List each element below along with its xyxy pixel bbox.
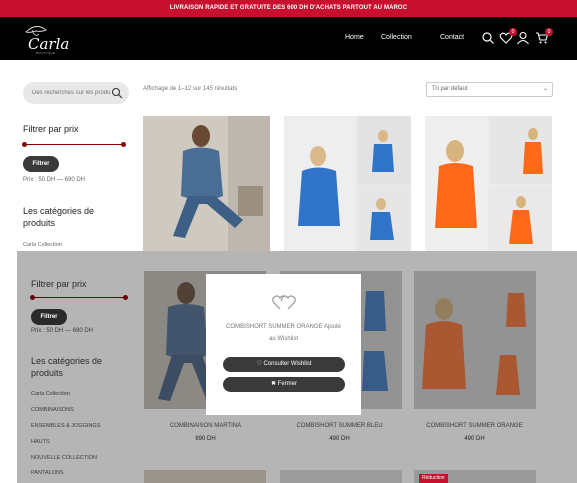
product-price: 690 DH xyxy=(195,436,216,442)
view-wishlist-label: Consulter Wishlist xyxy=(263,361,312,367)
product-name[interactable]: COMBISHORT SUMMER ORANGE xyxy=(412,423,537,429)
overlay-product-image-summer-orange xyxy=(414,271,536,409)
price-range-slider[interactable] xyxy=(22,142,126,147)
price-min-handle[interactable] xyxy=(22,142,27,147)
sort-select[interactable]: Tri par défaut ⌄ xyxy=(426,82,553,97)
product-photo xyxy=(143,116,270,251)
search-input[interactable] xyxy=(32,87,110,99)
overlay-price-filter-title: Filtrer par prix xyxy=(31,279,87,289)
search-icon[interactable] xyxy=(481,31,495,45)
logo-subtext: BOUTIQUE xyxy=(36,51,56,55)
site-header: Carla BOUTIQUE Home Collection Contact 0… xyxy=(0,17,577,60)
site-logo[interactable]: Carla BOUTIQUE xyxy=(22,20,82,58)
overlay-categories-title: Les catégories de produits xyxy=(31,356,103,378)
category-link: HAUTS xyxy=(31,439,50,445)
price-range-label: Prix : 50 DH — 690 DH xyxy=(23,177,86,183)
account-icon[interactable] xyxy=(516,31,530,45)
view-wishlist-button[interactable]: ♡ Consulter Wishlist xyxy=(223,357,345,372)
price-max-handle[interactable] xyxy=(121,142,126,147)
close-modal-button[interactable]: ✖ Fermer xyxy=(223,377,345,392)
wishlist-hearts-icon xyxy=(272,295,296,310)
product-photo xyxy=(414,271,536,409)
product-image-summer-orange[interactable] xyxy=(425,116,552,251)
product-card-partial xyxy=(280,470,402,483)
overlay-price-range-slider xyxy=(30,295,128,300)
close-label: Fermer xyxy=(277,381,298,387)
result-count: Affichage de 1–12 sur 145 résultats xyxy=(143,86,238,92)
modal-message-line2: au Wishlist xyxy=(268,336,298,342)
product-image-summer-bleu[interactable] xyxy=(284,116,411,251)
category-link[interactable]: Carla Collection xyxy=(23,242,62,248)
product-card-partial xyxy=(144,470,266,483)
reduction-badge: Réduction xyxy=(419,474,448,483)
category-link: PANTALONS xyxy=(31,470,64,476)
product-price: 490 DH xyxy=(464,436,485,442)
product-name[interactable]: COMBISHORT SUMMER BLEU xyxy=(277,423,402,429)
category-link: NOUVELLE COLLECTION xyxy=(31,455,98,461)
product-search xyxy=(23,82,129,104)
overlay-price-min-handle xyxy=(30,295,35,300)
heart-icon: ♡ xyxy=(256,361,264,367)
cart-count-badge: 0 xyxy=(545,28,553,36)
product-name[interactable]: COMBINAISON MARTINA xyxy=(143,423,268,429)
overlay-price-max-handle xyxy=(123,295,128,300)
promo-bar: LIVRAISON RAPIDE ET GRATUITE DES 600 DH … xyxy=(0,0,577,17)
search-submit-icon[interactable] xyxy=(111,87,123,99)
product-image-martina[interactable] xyxy=(143,116,270,251)
nav-contact[interactable]: Contact xyxy=(440,34,464,41)
modal-message: COMBISHORT SUMMER ORANGE Ajouté xyxy=(226,324,341,330)
category-link: COMBINAISONS xyxy=(31,407,74,413)
cart-button[interactable]: 0 xyxy=(535,28,553,45)
wishlist-modal: COMBISHORT SUMMER ORANGE Ajouté au Wishl… xyxy=(206,274,361,415)
chevron-down-icon: ⌄ xyxy=(542,86,548,92)
category-link: ENSEMBLES & JOGGINGS xyxy=(31,423,101,429)
close-icon: ✖ xyxy=(270,381,278,387)
product-price: 490 DH xyxy=(329,436,350,442)
overlay-filter-button: Filtrer xyxy=(31,309,67,325)
product-photo xyxy=(425,116,552,251)
nav-collection[interactable]: Collection xyxy=(381,34,412,41)
sort-selected-value: Tri par défaut xyxy=(432,86,468,92)
nav-home[interactable]: Home xyxy=(345,34,364,41)
product-photo xyxy=(284,116,411,251)
wishlist-button[interactable]: 0 xyxy=(499,28,517,45)
overlay-price-range-label: Prix : 50 DH — 690 DH xyxy=(31,328,94,334)
category-link: Carla Collection xyxy=(31,391,70,397)
price-filter-title: Filtrer par prix xyxy=(23,124,79,134)
filter-button[interactable]: Filtrer xyxy=(23,156,59,172)
categories-title: Les catégories de produits xyxy=(23,206,95,228)
